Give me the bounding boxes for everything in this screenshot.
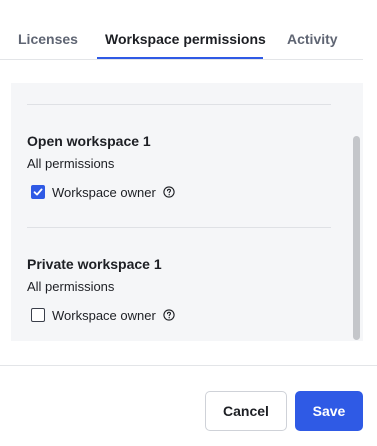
question-circle-icon[interactable] bbox=[163, 309, 175, 321]
workspace-owner-checkbox[interactable] bbox=[31, 185, 45, 199]
workspace-name: Open workspace 1 bbox=[27, 133, 151, 149]
question-circle-icon[interactable] bbox=[163, 186, 175, 198]
workspace-owner-label: Workspace owner bbox=[52, 307, 156, 323]
workspace-permissions-text: All permissions bbox=[27, 279, 115, 294]
section-divider bbox=[27, 227, 331, 228]
tab-licenses[interactable]: Licenses bbox=[18, 31, 78, 47]
tab-activity[interactable]: Activity bbox=[287, 31, 338, 47]
footer-divider bbox=[0, 365, 377, 366]
checkmark-icon bbox=[33, 188, 43, 196]
tab-bar: Licenses Workspace permissions Activity bbox=[0, 0, 363, 60]
workspace-permissions-panel: Open workspace 1 All permissions Workspa… bbox=[11, 83, 363, 341]
workspace-owner-label: Workspace owner bbox=[52, 184, 156, 200]
save-button[interactable]: Save bbox=[295, 391, 363, 431]
section-divider bbox=[27, 104, 331, 105]
scrollbar-thumb[interactable] bbox=[353, 136, 360, 340]
active-tab-indicator bbox=[97, 57, 263, 59]
workspace-owner-option[interactable]: Workspace owner bbox=[31, 306, 175, 324]
workspace-name: Private workspace 1 bbox=[27, 256, 162, 272]
workspace-owner-option[interactable]: Workspace owner bbox=[31, 183, 175, 201]
workspace-permissions-text: All permissions bbox=[27, 156, 115, 171]
tab-workspace-permissions[interactable]: Workspace permissions bbox=[105, 31, 266, 47]
workspace-owner-checkbox[interactable] bbox=[31, 308, 45, 322]
cancel-button[interactable]: Cancel bbox=[205, 391, 287, 431]
